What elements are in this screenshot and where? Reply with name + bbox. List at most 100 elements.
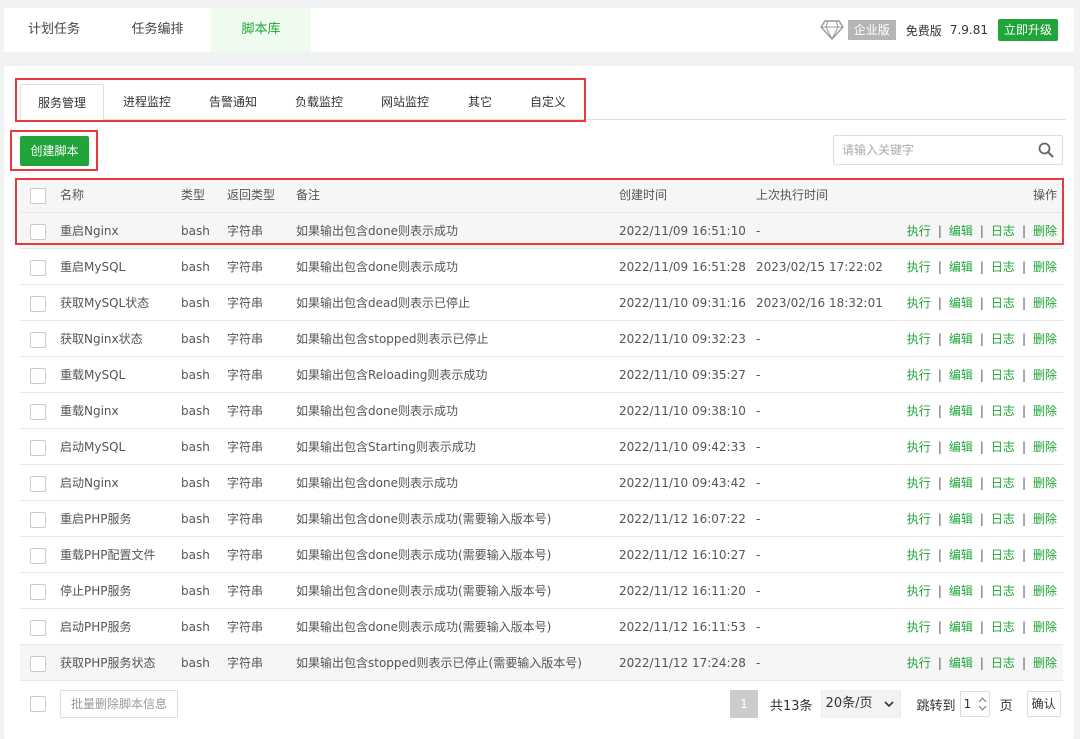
log-link[interactable]: 日志 (991, 512, 1015, 526)
col-last-run[interactable]: 上次执行时间 (756, 178, 828, 213)
delete-link[interactable]: 删除 (1033, 332, 1057, 346)
select-all-checkbox[interactable] (30, 188, 46, 204)
log-link[interactable]: 日志 (991, 368, 1015, 382)
jump-page-input[interactable]: 1 (959, 691, 990, 717)
table-row[interactable]: 获取PHP服务状态 bash 字符串 如果输出包含stopped则表示已停止(需要输入… (20, 645, 1063, 681)
run-link[interactable]: 执行 (907, 620, 931, 634)
col-name[interactable]: 名称 (60, 178, 84, 213)
delete-link[interactable]: 删除 (1033, 620, 1057, 634)
spinner-arrows-icon[interactable] (978, 695, 987, 713)
edit-link[interactable]: 编辑 (949, 224, 973, 238)
delete-link[interactable]: 删除 (1033, 224, 1057, 238)
row-checkbox[interactable] (30, 620, 46, 636)
tab-task-orchestration[interactable]: 任务编排 (104, 8, 211, 52)
tab-scheduled-tasks[interactable]: 计划任务 (4, 8, 104, 52)
run-link[interactable]: 执行 (907, 260, 931, 274)
log-link[interactable]: 日志 (991, 332, 1015, 346)
log-link[interactable]: 日志 (991, 584, 1015, 598)
run-link[interactable]: 执行 (907, 404, 931, 418)
row-checkbox[interactable] (30, 332, 46, 348)
edit-link[interactable]: 编辑 (949, 620, 973, 634)
subtab-site-monitor[interactable]: 网站监控 (362, 84, 448, 120)
col-return-type[interactable]: 返回类型 (227, 178, 275, 213)
confirm-jump-button[interactable]: 确认 (1026, 691, 1061, 717)
edit-link[interactable]: 编辑 (949, 296, 973, 310)
edit-link[interactable]: 编辑 (949, 404, 973, 418)
table-row[interactable]: 获取Nginx状态 bash 字符串 如果输出包含stopped则表示已停止 2022/… (20, 321, 1063, 357)
delete-link[interactable]: 删除 (1033, 260, 1057, 274)
log-link[interactable]: 日志 (991, 476, 1015, 490)
row-checkbox[interactable] (30, 512, 46, 528)
log-link[interactable]: 日志 (991, 404, 1015, 418)
run-link[interactable]: 执行 (907, 476, 931, 490)
row-checkbox[interactable] (30, 656, 46, 672)
row-checkbox[interactable] (30, 476, 46, 492)
row-checkbox[interactable] (30, 296, 46, 312)
upgrade-button[interactable]: 立即升级 (997, 19, 1058, 41)
log-link[interactable]: 日志 (991, 548, 1015, 562)
run-link[interactable]: 执行 (907, 440, 931, 454)
subtab-load-monitor[interactable]: 负载监控 (276, 84, 362, 120)
table-row[interactable]: 重启Nginx bash 字符串 如果输出包含done则表示成功 2022/11/09 … (20, 213, 1063, 249)
row-checkbox[interactable] (30, 440, 46, 456)
create-script-button[interactable]: 创建脚本 (20, 136, 89, 166)
log-link[interactable]: 日志 (991, 656, 1015, 670)
subtab-custom[interactable]: 自定义 (512, 84, 584, 120)
log-link[interactable]: 日志 (991, 296, 1015, 310)
table-row[interactable]: 重启MySQL bash 字符串 如果输出包含done则表示成功 2022/11/09 … (20, 249, 1063, 285)
subtab-other[interactable]: 其它 (448, 84, 512, 120)
row-checkbox[interactable] (30, 548, 46, 564)
run-link[interactable]: 执行 (907, 656, 931, 670)
log-link[interactable]: 日志 (991, 260, 1015, 274)
table-row[interactable]: 重载Nginx bash 字符串 如果输出包含done则表示成功 2022/11/10 … (20, 393, 1063, 429)
delete-link[interactable]: 删除 (1033, 476, 1057, 490)
tab-script-library[interactable]: 脚本库 (211, 8, 311, 52)
subtab-process-monitor[interactable]: 进程监控 (104, 84, 190, 120)
edit-link[interactable]: 编辑 (949, 440, 973, 454)
subtab-service-management[interactable]: 服务管理 (20, 84, 104, 120)
run-link[interactable]: 执行 (907, 332, 931, 346)
col-type[interactable]: 类型 (181, 178, 205, 213)
edit-link[interactable]: 编辑 (949, 656, 973, 670)
run-link[interactable]: 执行 (907, 584, 931, 598)
edit-link[interactable]: 编辑 (949, 512, 973, 526)
delete-link[interactable]: 删除 (1033, 296, 1057, 310)
log-link[interactable]: 日志 (991, 224, 1015, 238)
delete-link[interactable]: 删除 (1033, 368, 1057, 382)
log-link[interactable]: 日志 (991, 440, 1015, 454)
run-link[interactable]: 执行 (907, 548, 931, 562)
delete-link[interactable]: 删除 (1033, 512, 1057, 526)
delete-link[interactable]: 删除 (1033, 656, 1057, 670)
col-created[interactable]: 创建时间 (619, 178, 667, 213)
edit-link[interactable]: 编辑 (949, 368, 973, 382)
run-link[interactable]: 执行 (907, 512, 931, 526)
edit-link[interactable]: 编辑 (949, 332, 973, 346)
delete-link[interactable]: 删除 (1033, 548, 1057, 562)
table-row[interactable]: 重启PHP服务 bash 字符串 如果输出包含done则表示成功(需要输入版本号) 20… (20, 501, 1063, 537)
delete-link[interactable]: 删除 (1033, 440, 1057, 454)
edit-link[interactable]: 编辑 (949, 584, 973, 598)
edit-link[interactable]: 编辑 (949, 476, 973, 490)
per-page-select[interactable]: 20条/页 (820, 690, 901, 718)
enterprise-badge[interactable]: 企业版 (847, 20, 896, 40)
log-link[interactable]: 日志 (991, 620, 1015, 634)
subtab-alert-notify[interactable]: 告警通知 (190, 84, 276, 120)
run-link[interactable]: 执行 (907, 224, 931, 238)
row-checkbox[interactable] (30, 260, 46, 276)
edit-link[interactable]: 编辑 (949, 260, 973, 274)
row-checkbox[interactable] (30, 224, 46, 240)
table-row[interactable]: 启动PHP服务 bash 字符串 如果输出包含done则表示成功(需要输入版本号) 20… (20, 609, 1063, 645)
table-row[interactable]: 获取MySQL状态 bash 字符串 如果输出包含dead则表示已停止 2022/11/… (20, 285, 1063, 321)
delete-link[interactable]: 删除 (1033, 584, 1057, 598)
run-link[interactable]: 执行 (907, 368, 931, 382)
table-row[interactable]: 重载PHP配置文件 bash 字符串 如果输出包含done则表示成功(需要输入版本号)… (20, 537, 1063, 573)
batch-delete-button[interactable]: 批量删除脚本信息 (60, 690, 178, 718)
search-icon[interactable] (1038, 142, 1054, 158)
search-input[interactable] (834, 136, 1034, 164)
row-checkbox[interactable] (30, 368, 46, 384)
delete-link[interactable]: 删除 (1033, 404, 1057, 418)
page-1-button[interactable]: 1 (730, 690, 758, 718)
row-checkbox[interactable] (30, 584, 46, 600)
run-link[interactable]: 执行 (907, 296, 931, 310)
table-row[interactable]: 启动Nginx bash 字符串 如果输出包含done则表示成功 2022/11/10 … (20, 465, 1063, 501)
